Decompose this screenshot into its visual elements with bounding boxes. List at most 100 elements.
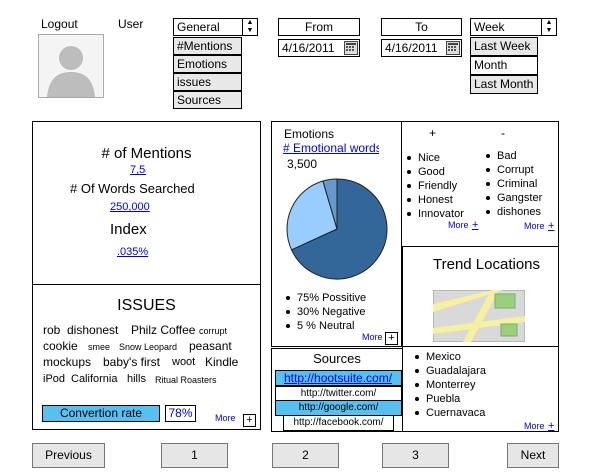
- source-link-twitter[interactable]: http://twitter.com/: [275, 386, 402, 401]
- issue-word[interactable]: Snow Leopard: [119, 342, 177, 352]
- source-link-hootsuite[interactable]: http://hootsuite.com/: [275, 370, 402, 386]
- conversion-rate-label: Convertion rate: [42, 405, 160, 422]
- positive-word[interactable]: Innovator: [405, 207, 469, 221]
- issue-word[interactable]: mockups: [43, 355, 91, 369]
- next-button[interactable]: Next: [507, 443, 559, 468]
- logout-link[interactable]: Logout: [41, 17, 78, 31]
- to-date-value: 4/16/2011: [385, 41, 438, 55]
- emotional-words-link[interactable]: # Emotional words: [283, 141, 379, 155]
- filter-option-issues[interactable]: issues: [173, 73, 242, 91]
- period-select-value: Week: [474, 20, 505, 34]
- page-2-button[interactable]: 2: [272, 443, 339, 468]
- issue-word[interactable]: peasant: [189, 339, 232, 353]
- period-option-last-month[interactable]: Last Month: [470, 75, 538, 94]
- page-3-button[interactable]: 3: [382, 443, 449, 468]
- index-value[interactable]: .035%: [117, 246, 148, 258]
- from-date-input[interactable]: 4/16/2011: [278, 39, 360, 57]
- source-link-google[interactable]: http://google.com/: [275, 400, 402, 416]
- issue-word[interactable]: Ritual Roasters: [155, 375, 217, 385]
- words-searched-label: # Of Words Searched: [70, 181, 195, 196]
- filter-select-value: General: [177, 20, 220, 34]
- negative-header: -: [501, 126, 505, 140]
- calendar-icon[interactable]: [446, 41, 460, 55]
- index-label: Index: [110, 221, 147, 238]
- issue-word[interactable]: baby's first: [103, 355, 160, 369]
- negative-word[interactable]: Gangster: [484, 191, 549, 205]
- trends-more-link[interactable]: More: [524, 421, 545, 431]
- negative-word[interactable]: Criminal: [484, 177, 549, 191]
- map-icon: [433, 290, 525, 342]
- issue-word[interactable]: cookie: [43, 339, 78, 353]
- from-date-value: 4/16/2011: [282, 41, 335, 55]
- divider: [33, 284, 260, 285]
- user-label: User: [118, 17, 144, 31]
- positive-expand-button[interactable]: +: [472, 219, 478, 231]
- previous-button[interactable]: Previous: [32, 443, 105, 468]
- issue-word[interactable]: dishonest: [67, 323, 118, 337]
- issue-word[interactable]: rob: [43, 323, 63, 337]
- select-arrows-icon: ▲ ▼: [541, 19, 556, 35]
- select-arrows-icon: ▲ ▼: [242, 19, 257, 35]
- conversion-rate-value: 78%: [165, 405, 196, 422]
- filter-select[interactable]: General ▲ ▼: [173, 18, 258, 36]
- from-label: From: [278, 18, 360, 36]
- calendar-icon[interactable]: [344, 41, 358, 55]
- emotions-expand-button[interactable]: +: [385, 332, 398, 345]
- trend-location[interactable]: Guadalajara: [413, 364, 491, 378]
- filter-option-emotions[interactable]: Emotions: [173, 55, 242, 73]
- positive-words-list: Nice Good Friendly Honest Innovator: [405, 151, 469, 221]
- emotions-more-link[interactable]: More: [362, 332, 383, 342]
- issue-word[interactable]: hills: [127, 373, 146, 385]
- legend-item-negative: 30% Negative: [284, 305, 392, 319]
- legend-item-neutral: 5 % Neutral: [284, 319, 392, 333]
- issues-expand-button[interactable]: +: [243, 414, 256, 427]
- issue-word[interactable]: Kindle: [205, 355, 238, 369]
- period-option-month[interactable]: Month: [470, 56, 538, 75]
- trend-locations-title: Trend Locations: [433, 256, 541, 273]
- negative-word[interactable]: Corrupt: [484, 163, 549, 177]
- issue-word[interactable]: woot: [172, 356, 199, 368]
- issue-word[interactable]: iPod: [43, 373, 67, 385]
- positive-word[interactable]: Honest: [405, 193, 469, 207]
- negative-word[interactable]: dishones: [484, 205, 549, 219]
- positive-word[interactable]: Friendly: [405, 179, 469, 193]
- trend-location[interactable]: Cuernavaca: [413, 406, 491, 420]
- filter-option-mentions[interactable]: #Mentions: [173, 37, 242, 55]
- user-silhouette-icon: [47, 46, 95, 97]
- negative-words-list: Bad Corrupt Criminal Gangster dishones: [484, 149, 549, 219]
- page-1-button[interactable]: 1: [161, 443, 228, 468]
- period-select[interactable]: Week ▲ ▼: [470, 18, 557, 36]
- negative-expand-button[interactable]: +: [548, 220, 554, 232]
- trend-location[interactable]: Puebla: [413, 392, 491, 406]
- trends-expand-button[interactable]: +: [548, 420, 554, 432]
- positive-more-link[interactable]: More: [448, 220, 469, 230]
- positive-header: +: [429, 126, 437, 140]
- positive-word[interactable]: Nice: [405, 151, 469, 165]
- emotions-legend: 75% Possitive 30% Negative 5 % Neutral: [284, 291, 392, 333]
- emotions-title: Emotions: [284, 127, 335, 141]
- issue-word[interactable]: Philz Coffee: [131, 323, 195, 337]
- to-date-input[interactable]: 4/16/2011: [381, 39, 462, 57]
- mentions-title: # of Mentions: [101, 145, 192, 162]
- filter-option-sources[interactable]: Sources: [173, 91, 242, 109]
- emotions-count: 3,500: [287, 157, 318, 171]
- negative-more-link[interactable]: More: [524, 221, 545, 231]
- mentions-value[interactable]: 7,586: [130, 164, 146, 176]
- period-option-last-week[interactable]: Last Week: [470, 37, 538, 56]
- issue-word[interactable]: smee: [88, 342, 110, 352]
- trend-locations-list: Mexico Guadalajara Monterrey Puebla Cuer…: [413, 350, 491, 420]
- issues-more-link[interactable]: More: [215, 413, 236, 423]
- issue-word[interactable]: California: [71, 373, 117, 385]
- trend-location[interactable]: Mexico: [413, 350, 491, 364]
- trend-location[interactable]: Monterrey: [413, 378, 491, 392]
- positive-word[interactable]: Good: [405, 165, 469, 179]
- issue-word[interactable]: corrupt: [199, 326, 227, 336]
- negative-word[interactable]: Bad: [484, 149, 549, 163]
- source-link-facebook[interactable]: http://facebook.com/: [283, 415, 394, 431]
- sources-title: Sources: [313, 351, 361, 366]
- avatar: [38, 34, 104, 98]
- emotions-pie-chart: [286, 178, 388, 280]
- legend-item-positive: 75% Possitive: [284, 291, 392, 305]
- words-searched-value[interactable]: 250,000: [110, 201, 152, 213]
- issues-title: ISSUES: [117, 297, 176, 314]
